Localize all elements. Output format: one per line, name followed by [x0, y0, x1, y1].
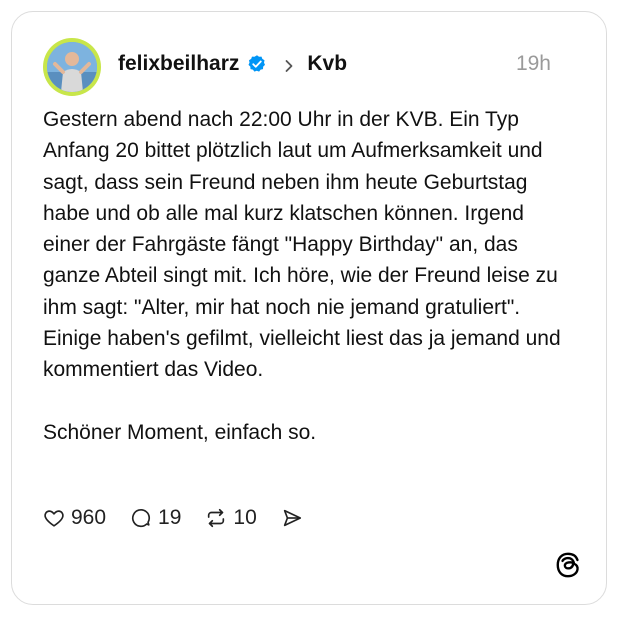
post-body: Gestern abend nach 22:00 Uhr in der KVB.…: [43, 104, 563, 448]
send-icon: [281, 507, 303, 529]
comment-icon: [130, 507, 152, 529]
avatar[interactable]: [43, 38, 101, 96]
author-name[interactable]: felixbeilharz: [118, 52, 239, 76]
chevron-right-icon: [281, 56, 297, 72]
avatar-image: [47, 42, 97, 92]
reply-count: 19: [158, 506, 182, 529]
post-paragraph: Schöner Moment, einfach so.: [43, 420, 317, 444]
like-button[interactable]: 960: [43, 506, 106, 530]
post-header: felixbeilharz Kvb: [118, 48, 347, 80]
heart-icon: [43, 507, 65, 529]
like-count: 960: [71, 506, 107, 529]
post-paragraph: Gestern abend nach 22:00 Uhr in der KVB.…: [43, 108, 561, 382]
post-card[interactable]: felixbeilharz Kvb 19h Gestern abend nach…: [11, 11, 607, 605]
verified-badge-icon: [247, 54, 267, 74]
post-timestamp: 19h: [515, 52, 551, 75]
share-button[interactable]: [281, 507, 303, 529]
threads-logo-icon: [555, 551, 581, 579]
community-name[interactable]: Kvb: [307, 52, 347, 76]
repost-icon: [205, 507, 227, 529]
action-bar: 960 19 10: [43, 503, 327, 533]
repost-count: 10: [233, 506, 257, 529]
reply-button[interactable]: 19: [130, 506, 181, 530]
repost-button[interactable]: 10: [205, 506, 257, 530]
